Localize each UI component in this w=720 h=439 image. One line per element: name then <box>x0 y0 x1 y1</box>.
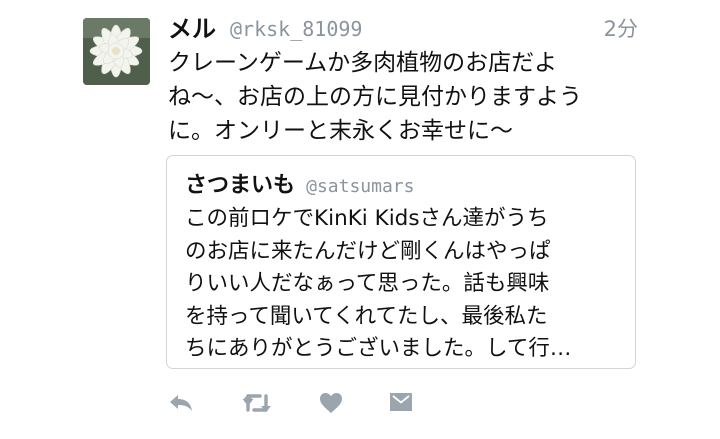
author-name[interactable]: メル <box>168 12 216 46</box>
avatar[interactable] <box>83 18 150 85</box>
tweet-actions <box>166 388 426 418</box>
like-icon <box>320 393 342 413</box>
quoted-author-handle: @satsumars <box>306 176 415 197</box>
quoted-tweet-text: この前ロケでKinKi Kidsさん達がうち のお店に来たんだけど剛くんはやっぱ… <box>185 203 625 366</box>
quoted-text-line: ちにありがとうございました。して行… <box>185 336 572 361</box>
retweet-button[interactable] <box>240 388 274 418</box>
avatar-flower-image <box>83 18 150 85</box>
author-handle[interactable]: @rksk_81099 <box>230 12 362 46</box>
quoted-tweet-card[interactable]: さつまいも @satsumars この前ロケでKinKi Kidsさん達がうち … <box>166 155 636 369</box>
tweet-text: クレーンゲームか多肉植物のお店だよ ね〜、お店の上の方に見付かりますよう に。オ… <box>168 46 638 148</box>
quoted-author-name: さつまいも <box>185 173 296 198</box>
like-button[interactable] <box>316 388 346 418</box>
reply-icon <box>170 395 192 411</box>
tweet[interactable]: メル @rksk_81099 2分 クレーンゲームか多肉植物のお店だよ ね〜、お… <box>0 0 720 439</box>
tweet-text-line: ね〜、お店の上の方に見付かりますよう <box>168 84 582 110</box>
retweet-icon <box>242 394 271 412</box>
tweet-header: メル @rksk_81099 2分 <box>168 12 638 46</box>
quoted-text-line: のお店に来たんだけど剛くんはやっぱ <box>185 238 551 264</box>
quoted-text-line: を持って聞いてくれてたし、最後私た <box>185 303 548 329</box>
dm-icon <box>390 393 412 411</box>
quoted-text-line: この前ロケでKinKi Kidsさん達がうち <box>185 206 549 231</box>
dm-button[interactable] <box>386 388 416 418</box>
tweet-text-line: クレーンゲームか多肉植物のお店だよ <box>168 50 558 76</box>
reply-button[interactable] <box>166 388 196 418</box>
tweet-text-line: に。オンリーと末永くお幸せに〜 <box>168 118 513 144</box>
quoted-tweet-header: さつまいも @satsumars <box>185 170 414 202</box>
tweet-timestamp[interactable]: 2分 <box>604 12 638 46</box>
quoted-text-line: りいい人だなぁって思った。話も興味 <box>185 271 550 296</box>
